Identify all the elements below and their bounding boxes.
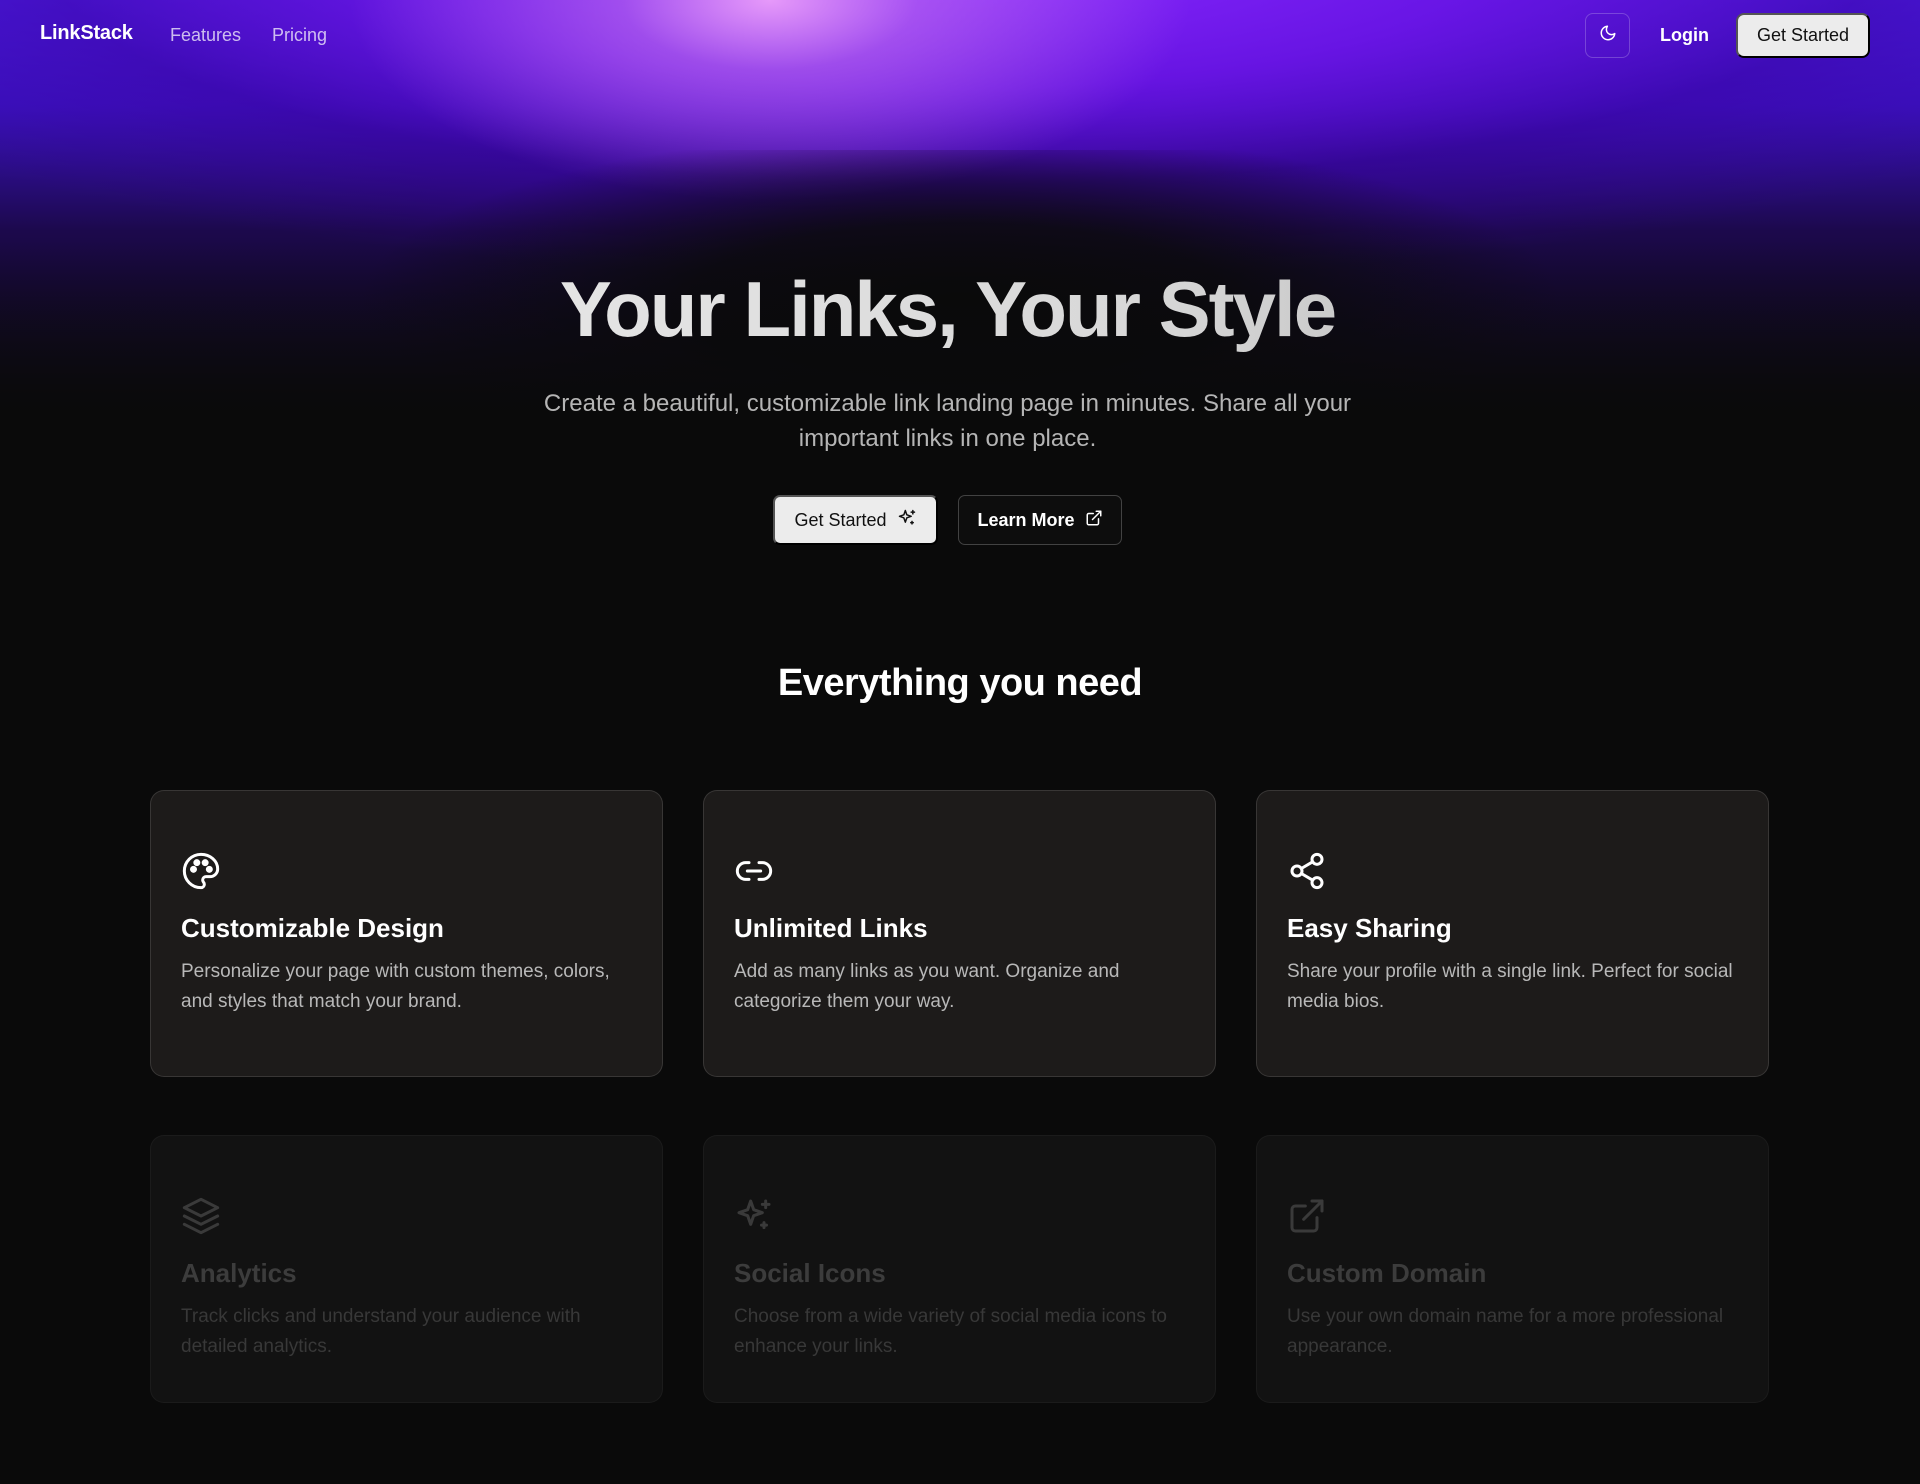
external-link-icon — [1287, 1196, 1327, 1236]
hero-get-started-button[interactable]: Get Started — [773, 495, 938, 545]
nav-get-started-button[interactable]: Get Started — [1736, 13, 1870, 58]
hero-learn-more-label: Learn More — [977, 509, 1075, 530]
feature-card-unlimited-links: Unlimited Links Add as many links as you… — [703, 790, 1216, 1077]
nav-link-pricing[interactable]: Pricing — [272, 25, 327, 46]
feature-title: Easy Sharing — [1287, 913, 1452, 943]
hero-title: Your Links, Your Style — [0, 262, 1895, 356]
sparkles-icon — [734, 1196, 774, 1236]
nav-link-features[interactable]: Features — [170, 25, 241, 46]
share-icon — [1287, 851, 1327, 891]
link-icon — [734, 851, 774, 891]
hero-actions: Get Started Learn More — [0, 495, 1920, 545]
feature-title: Unlimited Links — [734, 913, 928, 943]
landing-page: LinkStack Features Pricing Login Get Sta… — [0, 0, 1920, 1484]
feature-description: Use your own domain name for a more prof… — [1287, 1306, 1724, 1357]
palette-icon — [181, 851, 221, 891]
feature-description: Share your profile with a single link. P… — [1287, 961, 1733, 1012]
feature-description: Choose from a wide variety of social med… — [734, 1306, 1167, 1357]
hero-learn-more-button[interactable]: Learn More — [958, 495, 1122, 545]
moon-icon — [1599, 24, 1617, 47]
hero-subtitle: Create a beautiful, customizable link la… — [543, 390, 1352, 452]
feature-card-customizable-design: Customizable Design Personalize your pag… — [150, 790, 663, 1077]
feature-card-easy-sharing: Easy Sharing Share your profile with a s… — [1256, 790, 1769, 1077]
features-title: Everything you need — [777, 662, 1143, 704]
sparkles-icon — [897, 508, 917, 533]
feature-description: Add as many links as you want. Organize … — [734, 961, 1120, 1012]
feature-description: Track clicks and understand your audienc… — [181, 1306, 581, 1357]
top-navbar: LinkStack Features Pricing Login Get Sta… — [0, 0, 1920, 70]
layers-icon — [181, 1196, 221, 1236]
feature-title: Analytics — [181, 1258, 297, 1288]
feature-card-analytics: Analytics Track clicks and understand yo… — [150, 1135, 663, 1403]
feature-title: Custom Domain — [1287, 1258, 1487, 1288]
feature-description: Personalize your page with custom themes… — [181, 961, 610, 1012]
logo[interactable]: LinkStack — [40, 22, 133, 45]
feature-title: Social Icons — [734, 1258, 886, 1288]
feature-card-custom-domain: Custom Domain Use your own domain name f… — [1256, 1135, 1769, 1403]
login-link[interactable]: Login — [1660, 25, 1709, 46]
external-link-icon — [1085, 509, 1103, 532]
hero-get-started-label: Get Started — [794, 509, 887, 530]
feature-title: Customizable Design — [181, 913, 444, 943]
feature-card-social-icons: Social Icons Choose from a wide variety … — [703, 1135, 1216, 1403]
theme-toggle-button[interactable] — [1585, 13, 1630, 58]
